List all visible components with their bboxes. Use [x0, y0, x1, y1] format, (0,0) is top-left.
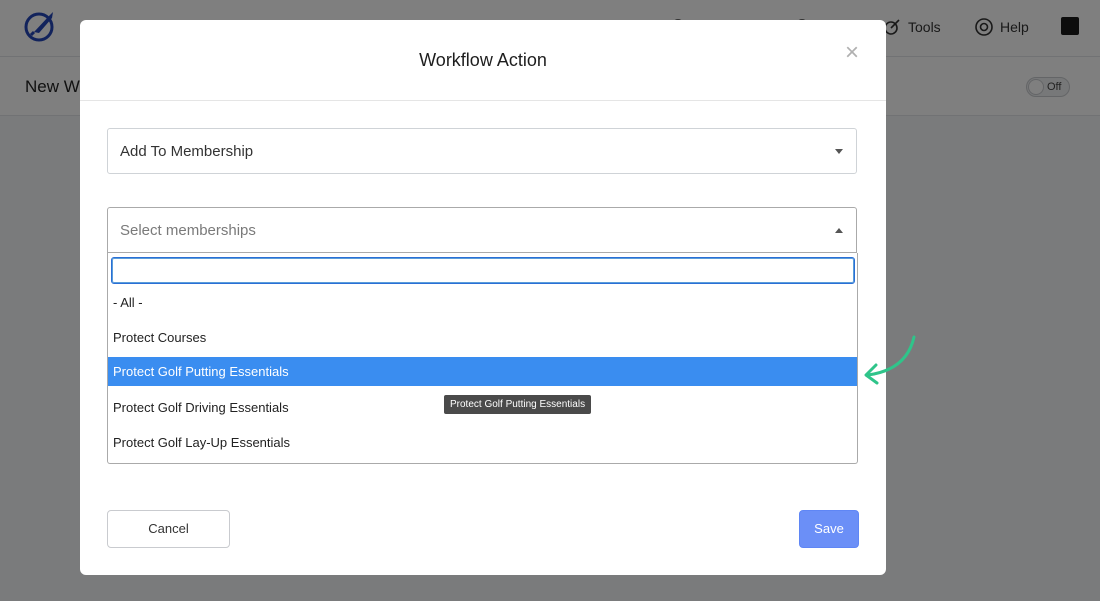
cancel-button[interactable]: Cancel: [107, 510, 230, 548]
option-tooltip: Protect Golf Putting Essentials: [444, 395, 592, 414]
workflow-action-modal: Workflow Action × Add To Membership Sele…: [80, 20, 886, 575]
save-button[interactable]: Save: [799, 510, 859, 548]
membership-search-input[interactable]: [111, 257, 855, 284]
membership-option[interactable]: Protect Golf Lay-Up Essentials: [108, 428, 857, 457]
membership-option[interactable]: - All -: [108, 288, 857, 317]
modal-header: Workflow Action ×: [80, 20, 886, 101]
action-type-select[interactable]: Add To Membership: [107, 128, 857, 174]
membership-select[interactable]: Select memberships: [107, 207, 857, 253]
annotation-arrow-icon: [864, 335, 916, 385]
action-type-value: Add To Membership: [120, 143, 254, 160]
modal-title: Workflow Action: [419, 50, 547, 70]
membership-dropdown: - All - Protect Courses Protect Golf Put…: [107, 253, 858, 464]
caret-up-icon: [835, 228, 843, 233]
caret-down-icon: [835, 149, 843, 154]
membership-option-highlighted[interactable]: Protect Golf Putting Essentials: [108, 357, 857, 386]
membership-option[interactable]: Protect Courses: [108, 323, 857, 352]
close-icon[interactable]: ×: [842, 41, 862, 65]
membership-select-placeholder: Select memberships: [120, 222, 256, 239]
